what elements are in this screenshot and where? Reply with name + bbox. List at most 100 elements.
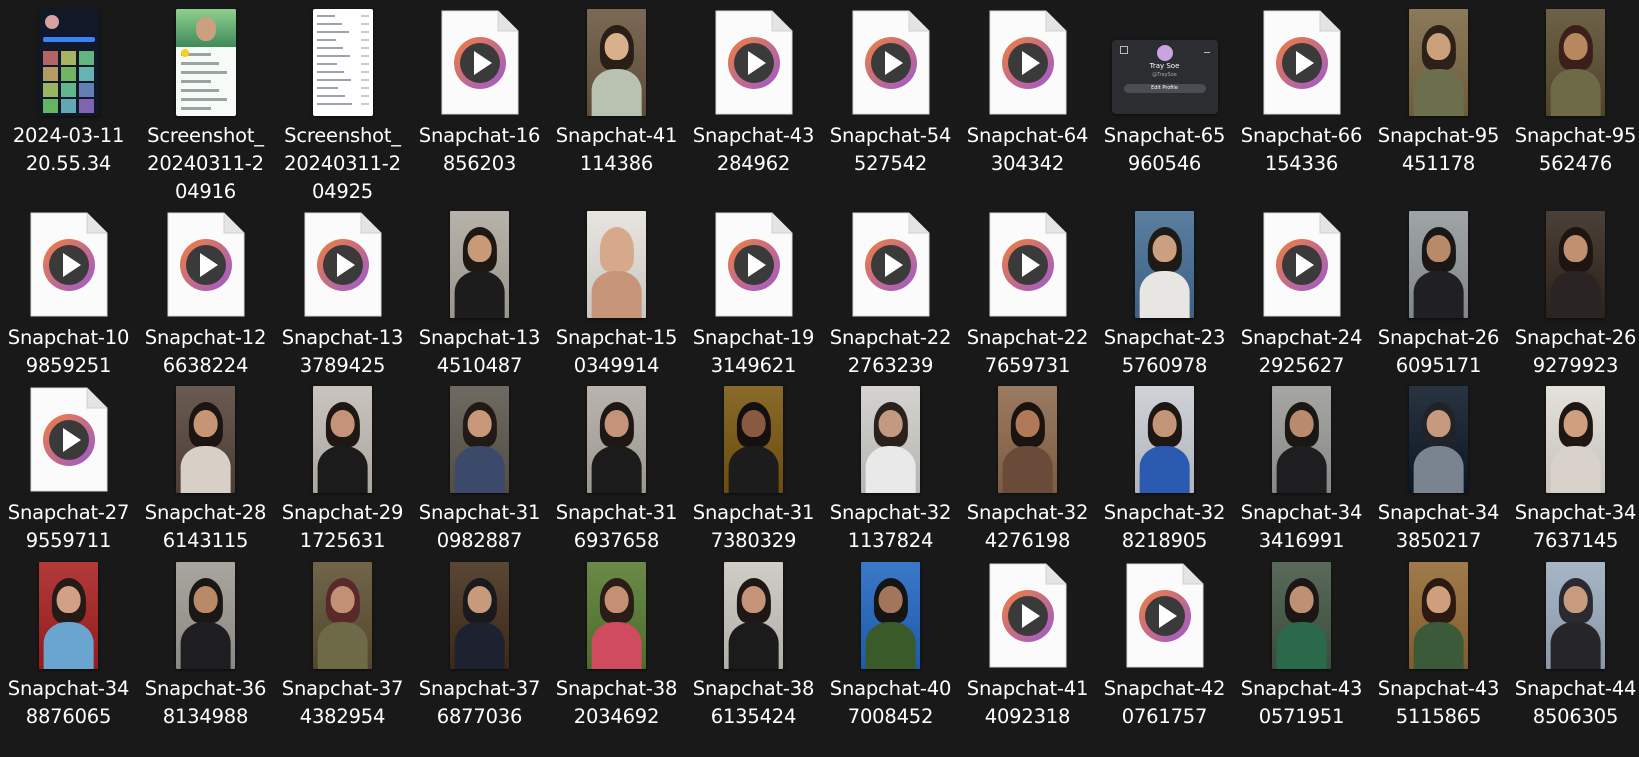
file-item[interactable]: Snapchat-38 2034692: [548, 553, 685, 731]
file-item[interactable]: Snapchat-13 3789425: [274, 202, 411, 380]
file-item[interactable]: Snapchat-15 0349914: [548, 202, 685, 380]
image-thumbnail: [587, 211, 646, 318]
file-name-line: Snapchat-28: [144, 501, 267, 524]
file-thumbnail-area: [1370, 377, 1507, 493]
file-item[interactable]: Snapchat-34 3850217: [1370, 377, 1507, 555]
file-name-line: Snapchat-24: [1240, 326, 1363, 349]
file-item[interactable]: Snapchat-27 9559711: [0, 377, 137, 555]
image-thumbnail: [1272, 562, 1331, 669]
file-item[interactable]: Snapchat-42 0761757: [1096, 553, 1233, 731]
file-thumbnail-area: [959, 553, 1096, 669]
file-name-line: 7008452: [847, 705, 934, 728]
image-thumbnail: [587, 562, 646, 669]
file-name-line: Snapchat-32: [966, 501, 1089, 524]
file-item[interactable]: Snapchat-40 7008452: [822, 553, 959, 731]
file-item[interactable]: Snapchat-12 6638224: [137, 202, 274, 380]
file-item[interactable]: Snapchat-95 451178: [1370, 0, 1507, 178]
file-name-line: Snapchat-32: [1103, 501, 1226, 524]
file-item[interactable]: Snapchat-37 6877036: [411, 553, 548, 731]
file-item[interactable]: Snapchat-28 6143115: [137, 377, 274, 555]
file-item[interactable]: Snapchat-32 1137824: [822, 377, 959, 555]
file-item[interactable]: Snapchat-43 0571951: [1233, 553, 1370, 731]
file-name-line: Snapchat-54: [829, 124, 952, 147]
video-file-icon: [988, 9, 1068, 116]
file-name-line: 3416991: [1258, 529, 1345, 552]
file-item[interactable]: Snapchat-31 0982887: [411, 377, 548, 555]
image-thumbnail: [1272, 386, 1331, 493]
file-name-line: 3850217: [1395, 529, 1482, 552]
file-item[interactable]: Snapchat-23 5760978: [1096, 202, 1233, 380]
file-item[interactable]: Snapchat-41 114386: [548, 0, 685, 178]
file-item[interactable]: Snapchat-34 3416991: [1233, 377, 1370, 555]
file-item[interactable]: Tray Soe @TraySoe Edit Profile Snapchat-…: [1096, 0, 1233, 178]
file-thumbnail-area: [1370, 553, 1507, 669]
file-item[interactable]: Snapchat-44 8506305: [1507, 553, 1639, 731]
file-name-line: 3149621: [710, 354, 797, 377]
file-name-line: 7659731: [984, 354, 1071, 377]
file-item[interactable]: Snapchat-22 2763239: [822, 202, 959, 380]
file-name: Snapchat-27 9559711: [0, 499, 137, 555]
file-thumbnail-area: [959, 0, 1096, 116]
file-item[interactable]: Screenshot_ 20240311-2 04925: [274, 0, 411, 206]
video-file-icon: [714, 211, 794, 318]
file-item[interactable]: Snapchat-34 8876065: [0, 553, 137, 731]
file-name: Snapchat-42 0761757: [1096, 675, 1233, 731]
file-name-line: 1725631: [299, 529, 386, 552]
file-thumbnail-area: [137, 202, 274, 318]
file-name: Snapchat-22 2763239: [822, 324, 959, 380]
file-thumbnail-area: [1096, 553, 1233, 669]
file-thumbnail-area: [1370, 202, 1507, 318]
file-item[interactable]: Snapchat-32 4276198: [959, 377, 1096, 555]
image-thumbnail: [587, 9, 646, 116]
file-item[interactable]: 2024-03-11 20.55.34: [0, 0, 137, 178]
file-name-line: 8218905: [1121, 529, 1208, 552]
file-item[interactable]: Snapchat-26 9279923: [1507, 202, 1639, 380]
file-item[interactable]: Snapchat-19 3149621: [685, 202, 822, 380]
file-item[interactable]: Snapchat-37 4382954: [274, 553, 411, 731]
file-name-line: 0761757: [1121, 705, 1208, 728]
image-thumbnail: [450, 211, 509, 318]
file-name: Snapchat-23 5760978: [1096, 324, 1233, 380]
file-item[interactable]: Snapchat-54 527542: [822, 0, 959, 178]
file-item[interactable]: Snapchat-43 284962: [685, 0, 822, 178]
file-name-line: 4276198: [984, 529, 1071, 552]
file-item[interactable]: Snapchat-13 4510487: [411, 202, 548, 380]
image-thumbnail: [1546, 211, 1605, 318]
file-name: Snapchat-38 2034692: [548, 675, 685, 731]
file-item[interactable]: Snapchat-34 7637145: [1507, 377, 1639, 555]
image-thumbnail: [587, 386, 646, 493]
file-thumbnail-area: [274, 377, 411, 493]
file-item[interactable]: Snapchat-38 6135424: [685, 553, 822, 731]
file-thumbnail-area: [822, 0, 959, 116]
file-name: 2024-03-11 20.55.34: [0, 122, 137, 178]
file-item[interactable]: Snapchat-16 856203: [411, 0, 548, 178]
file-item[interactable]: Snapchat-10 9859251: [0, 202, 137, 380]
file-name: Snapchat-40 7008452: [822, 675, 959, 731]
file-item[interactable]: Snapchat-26 6095171: [1370, 202, 1507, 380]
video-file-icon: [851, 211, 931, 318]
image-thumbnail: [1409, 562, 1468, 669]
file-thumbnail-area: [274, 202, 411, 318]
file-name-line: 6877036: [436, 705, 523, 728]
file-item[interactable]: Snapchat-36 8134988: [137, 553, 274, 731]
file-item[interactable]: Snapchat-24 2925627: [1233, 202, 1370, 380]
file-thumbnail-area: [685, 202, 822, 318]
file-item[interactable]: Snapchat-41 4092318: [959, 553, 1096, 731]
file-item[interactable]: Snapchat-31 7380329: [685, 377, 822, 555]
file-item[interactable]: Snapchat-29 1725631: [274, 377, 411, 555]
file-name-line: Snapchat-13: [281, 326, 404, 349]
file-item[interactable]: Snapchat-66 154336: [1233, 0, 1370, 178]
file-item[interactable]: Snapchat-43 5115865: [1370, 553, 1507, 731]
file-item[interactable]: Snapchat-64 304342: [959, 0, 1096, 178]
file-thumbnail-area: [137, 0, 274, 116]
file-name-line: 7637145: [1532, 529, 1619, 552]
file-item[interactable]: Snapchat-31 6937658: [548, 377, 685, 555]
file-item[interactable]: Snapchat-32 8218905: [1096, 377, 1233, 555]
file-item[interactable]: Screenshot_ 20240311-2 04916: [137, 0, 274, 206]
file-thumbnail-area: [822, 553, 959, 669]
file-item[interactable]: Snapchat-95 562476: [1507, 0, 1639, 178]
file-name-line: Snapchat-31: [692, 501, 815, 524]
file-item[interactable]: Snapchat-22 7659731: [959, 202, 1096, 380]
file-name: Snapchat-41 114386: [548, 122, 685, 178]
file-name: Snapchat-13 3789425: [274, 324, 411, 380]
